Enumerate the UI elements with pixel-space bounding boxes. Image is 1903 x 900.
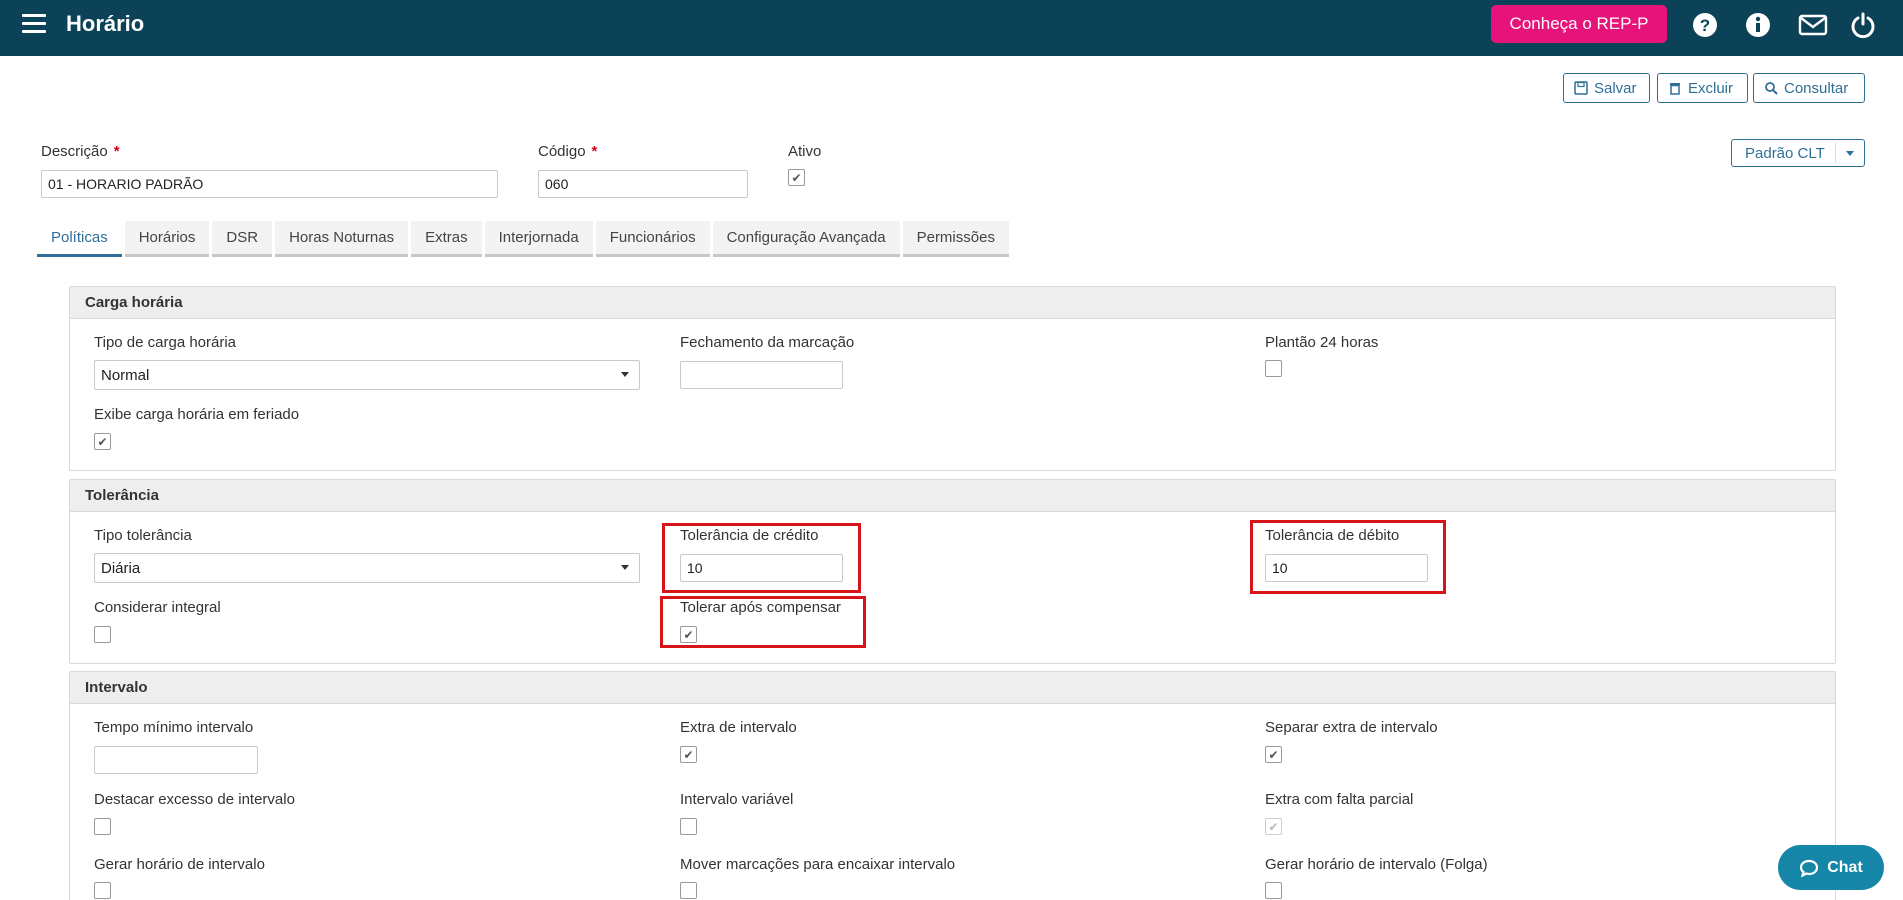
mover-marcacoes-checkbox[interactable] (680, 882, 697, 899)
tab-bar: Políticas Horários DSR Horas Noturnas Ex… (37, 221, 1012, 257)
variavel-label: Intervalo variável (680, 791, 794, 808)
chevron-down-icon (1846, 151, 1854, 156)
save-button[interactable]: Salvar (1563, 73, 1650, 103)
tab-dsr[interactable]: DSR (212, 221, 273, 257)
search-button[interactable]: Consultar (1753, 73, 1865, 103)
chat-button[interactable]: Chat (1778, 845, 1884, 890)
tab-interjornada[interactable]: Interjornada (484, 221, 593, 257)
variavel-checkbox[interactable] (680, 818, 697, 835)
delete-button[interactable]: Excluir (1657, 73, 1748, 103)
tempo-minimo-input[interactable] (94, 746, 258, 774)
tab-horarios[interactable]: Horários (124, 221, 210, 257)
carga-horaria-title: Carga horária (70, 287, 1835, 319)
ativo-checkbox[interactable] (788, 169, 805, 186)
integral-checkbox[interactable] (94, 626, 111, 643)
preset-dropdown[interactable]: Padrão CLT (1731, 139, 1865, 167)
chat-bubble-icon (1800, 859, 1819, 877)
page-title: Horário (66, 11, 145, 36)
menu-icon[interactable] (22, 14, 46, 34)
top-bar: Horário Conheça o REP-P ? (0, 0, 1903, 56)
descricao-label: Descrição * (41, 143, 120, 160)
debito-highlight (1250, 520, 1446, 594)
save-label: Salvar (1594, 79, 1637, 97)
falta-parcial-checkbox (1265, 818, 1282, 835)
tipo-carga-select[interactable]: Normal (94, 360, 640, 390)
delete-label: Excluir (1688, 79, 1734, 97)
extra-intervalo-label: Extra de intervalo (680, 719, 797, 736)
tab-permissoes[interactable]: Permissões (902, 221, 1009, 257)
gerar-folga-label: Gerar horário de intervalo (Folga) (1265, 856, 1488, 873)
mail-icon[interactable] (1797, 11, 1829, 39)
gerar-intervalo-label: Gerar horário de intervalo (94, 856, 265, 873)
separar-extra-checkbox[interactable] (1265, 746, 1282, 763)
falta-parcial-label: Extra com falta parcial (1265, 791, 1414, 808)
tab-politicas[interactable]: Políticas (37, 221, 122, 257)
search-label: Consultar (1784, 79, 1849, 97)
preset-label: Padrão CLT (1745, 144, 1825, 162)
integral-label: Considerar integral (94, 599, 221, 616)
ativo-label: Ativo (788, 143, 822, 160)
help-icon[interactable]: ? (1691, 11, 1719, 39)
fechamento-label: Fechamento da marcação (680, 334, 855, 351)
destacar-label: Destacar excesso de intervalo (94, 791, 295, 808)
info-icon[interactable] (1744, 11, 1772, 39)
save-icon (1574, 81, 1588, 95)
gerar-intervalo-checkbox[interactable] (94, 882, 111, 899)
trash-icon (1670, 83, 1680, 95)
chevron-down-icon (621, 372, 629, 377)
gerar-folga-checkbox[interactable] (1265, 882, 1282, 899)
svg-text:?: ? (1700, 16, 1710, 35)
compensar-highlight (660, 596, 866, 648)
plantao-label: Plantão 24 horas (1265, 334, 1379, 351)
tipo-carga-label: Tipo de carga horária (94, 334, 237, 351)
tipo-tolerancia-label: Tipo tolerância (94, 527, 192, 544)
separar-extra-label: Separar extra de intervalo (1265, 719, 1438, 736)
codigo-label: Código * (538, 143, 598, 160)
intervalo-title: Intervalo (70, 672, 1835, 704)
tempo-minimo-label: Tempo mínimo intervalo (94, 719, 254, 736)
fechamento-input[interactable] (680, 361, 843, 389)
chat-label: Chat (1827, 858, 1863, 876)
descricao-input[interactable]: 01 - HORARIO PADRÃO (41, 170, 498, 198)
tab-extras[interactable]: Extras (411, 221, 482, 257)
tab-funcionarios[interactable]: Funcionários (595, 221, 710, 257)
mover-marcacoes-label: Mover marcações para encaixar intervalo (680, 856, 956, 873)
tipo-carga-value: Normal (101, 366, 150, 384)
tab-horas-noturnas[interactable]: Horas Noturnas (275, 221, 409, 257)
destacar-checkbox[interactable] (94, 818, 111, 835)
power-icon[interactable] (1849, 11, 1877, 39)
search-icon (1765, 82, 1778, 95)
codigo-input[interactable]: 060 (538, 170, 748, 198)
tab-configuracao-avancada[interactable]: Configuração Avançada (712, 221, 900, 257)
plantao-checkbox[interactable] (1265, 360, 1282, 377)
chevron-down-icon (621, 565, 629, 570)
credito-highlight (662, 523, 861, 593)
tipo-tolerancia-select[interactable]: Diária (94, 553, 640, 583)
tolerancia-title: Tolerância (70, 480, 1835, 512)
tipo-tolerancia-value: Diária (101, 559, 141, 577)
exibe-feriado-checkbox[interactable] (94, 433, 111, 450)
extra-intervalo-checkbox[interactable] (680, 746, 697, 763)
rep-p-button[interactable]: Conheça o REP-P (1491, 5, 1667, 43)
exibe-feriado-label: Exibe carga horária em feriado (94, 406, 300, 423)
